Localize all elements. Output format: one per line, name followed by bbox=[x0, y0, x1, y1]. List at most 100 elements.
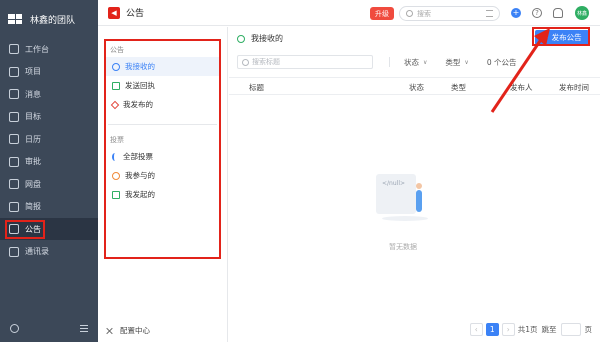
sidebar-item-label: 简报 bbox=[25, 202, 41, 211]
chevron-down-icon: ∨ bbox=[464, 58, 469, 66]
top-bar: ◀ 公告 升级 搜索 + ? 林鑫 bbox=[98, 0, 600, 26]
status-label: 状态 bbox=[404, 57, 419, 67]
illustration-shadow bbox=[382, 216, 428, 221]
group-title-vote: 投票 bbox=[110, 136, 124, 144]
sidebar-item-label: 日历 bbox=[25, 134, 41, 144]
column-status: 状态 bbox=[409, 83, 424, 92]
tools-icon bbox=[106, 327, 114, 335]
menu-item-received[interactable]: 我接收的 bbox=[106, 57, 219, 76]
person-icon bbox=[237, 34, 245, 43]
page-number-button[interactable]: 1 bbox=[485, 323, 499, 336]
menu-item-label: 我参与的 bbox=[125, 171, 155, 180]
menu-item-participated[interactable]: 我参与的 bbox=[106, 166, 219, 185]
type-dropdown[interactable]: 类型 ∨ bbox=[445, 57, 468, 68]
announcement-menu: 公告 我接收的 发送回执 我发布的 投票 全部投票 我参与的 我发起的 配置中心 bbox=[98, 27, 228, 342]
filter-icon[interactable] bbox=[486, 10, 493, 17]
person-illustration-icon bbox=[416, 183, 422, 212]
sidebar-item-label: 网盘 bbox=[25, 179, 41, 189]
search-icon bbox=[406, 10, 413, 17]
cloud-disk-icon bbox=[9, 179, 19, 189]
filter-divider bbox=[389, 57, 390, 67]
column-type: 类型 bbox=[451, 83, 466, 92]
upgrade-button[interactable]: 升级 bbox=[370, 7, 394, 20]
settings-icon[interactable] bbox=[10, 323, 19, 333]
sidebar-item-label: 公告 bbox=[25, 224, 41, 234]
menu-divider bbox=[108, 124, 217, 125]
menu-item-initiated[interactable]: 我发起的 bbox=[106, 185, 219, 204]
calendar-icon bbox=[9, 134, 19, 144]
empty-text: 暂无数据 bbox=[389, 243, 417, 251]
config-center-link[interactable]: 配置中心 bbox=[106, 325, 150, 336]
announcement-app-icon: ◀ bbox=[108, 6, 120, 19]
sidebar-item-calendar[interactable]: 日历 bbox=[0, 128, 98, 150]
desktop-icon bbox=[9, 44, 19, 54]
target-icon bbox=[9, 111, 19, 122]
sidebar: 林鑫的团队 工作台 项目 消息 目标 日历 审批 网盘 简报 公告 通讯录 bbox=[0, 0, 98, 342]
menu-item-receipt[interactable]: 发送回执 bbox=[106, 76, 219, 95]
sidebar-item-message[interactable]: 消息 bbox=[0, 83, 98, 105]
publish-highlight-box bbox=[532, 27, 590, 46]
contacts-icon bbox=[9, 246, 19, 257]
config-center-label: 配置中心 bbox=[120, 326, 150, 335]
chevron-down-icon: ∨ bbox=[423, 58, 428, 66]
sidebar-item-workbench[interactable]: 工作台 bbox=[0, 38, 98, 60]
main-content: 我接收的 + 发布公告 搜索标题 状态 ∨ 类型 ∨ 0 个公告 标题 状态 类型 … bbox=[229, 27, 600, 342]
menu-item-published[interactable]: 我发布的 bbox=[106, 95, 219, 114]
sidebar-item-project[interactable]: 项目 bbox=[0, 61, 98, 83]
menu-item-label: 我接收的 bbox=[125, 62, 155, 71]
breadcrumb-label: 我接收的 bbox=[251, 34, 283, 43]
pagination: ‹ 1 › 共1页 跳至 页 bbox=[469, 323, 593, 336]
announcement-icon bbox=[9, 224, 19, 234]
page-title: 公告 bbox=[126, 9, 145, 19]
column-publisher: 发布人 bbox=[510, 83, 533, 92]
bar-chart-icon bbox=[112, 152, 118, 161]
jump-label: 跳至 bbox=[541, 325, 557, 334]
sidebar-item-label: 通讯录 bbox=[25, 247, 49, 256]
sidebar-item-report[interactable]: 简报 bbox=[0, 196, 98, 218]
title-search-input[interactable]: 搜索标题 bbox=[237, 55, 373, 69]
page-suffix: 页 bbox=[584, 325, 593, 334]
avatar[interactable]: 林鑫 bbox=[575, 6, 589, 20]
filter-bar: 搜索标题 状态 ∨ 类型 ∨ 0 个公告 bbox=[237, 53, 592, 71]
collapse-menu-icon[interactable] bbox=[80, 324, 88, 332]
search-placeholder: 搜索 bbox=[417, 9, 431, 18]
receipt-icon bbox=[112, 81, 120, 90]
breadcrumb: 我接收的 bbox=[237, 33, 283, 44]
global-search-input[interactable]: 搜索 bbox=[399, 6, 500, 21]
status-dropdown[interactable]: 状态 ∨ bbox=[404, 57, 427, 68]
user-add-icon bbox=[112, 190, 120, 199]
empty-state: </null> 暂无数据 bbox=[368, 170, 438, 251]
approval-icon bbox=[9, 156, 19, 167]
send-icon bbox=[110, 100, 120, 109]
bell-icon[interactable] bbox=[553, 8, 563, 18]
menu-item-all-votes[interactable]: 全部投票 bbox=[106, 147, 219, 166]
next-page-button[interactable]: › bbox=[501, 323, 515, 336]
sidebar-item-label: 审批 bbox=[25, 157, 41, 166]
sidebar-item-disk[interactable]: 网盘 bbox=[0, 173, 98, 195]
sidebar-item-target[interactable]: 目标 bbox=[0, 106, 98, 128]
sidebar-item-label: 消息 bbox=[25, 89, 41, 99]
sidebar-footer bbox=[0, 320, 98, 336]
team-header[interactable]: 林鑫的团队 bbox=[0, 0, 98, 38]
empty-code: </null> bbox=[382, 180, 406, 187]
announcement-count: 0 个公告 bbox=[486, 57, 517, 67]
type-label: 类型 bbox=[445, 57, 461, 67]
group-icon bbox=[112, 171, 120, 180]
sidebar-item-contacts[interactable]: 通讯录 bbox=[0, 241, 98, 263]
help-icon[interactable]: ? bbox=[532, 8, 542, 18]
add-circle-icon[interactable]: + bbox=[511, 8, 521, 18]
sidebar-item-announcement[interactable]: 公告 bbox=[0, 218, 98, 240]
project-icon bbox=[9, 66, 19, 77]
report-icon bbox=[9, 201, 19, 212]
menu-item-label: 全部投票 bbox=[123, 152, 153, 161]
prev-page-button[interactable]: ‹ bbox=[469, 323, 483, 336]
menu-item-label: 我发起的 bbox=[125, 190, 155, 199]
jump-page-input[interactable] bbox=[560, 323, 581, 336]
menu-highlight-box: 公告 我接收的 发送回执 我发布的 投票 全部投票 我参与的 我发起的 bbox=[104, 39, 221, 259]
group-title-announcement: 公告 bbox=[110, 46, 124, 54]
menu-item-label: 发送回执 bbox=[125, 81, 155, 90]
total-pages: 共1页 bbox=[517, 325, 538, 334]
team-name: 林鑫的团队 bbox=[30, 15, 76, 26]
sidebar-item-approval[interactable]: 审批 bbox=[0, 151, 98, 173]
table-header: 标题 状态 类型 发布人 发布时间 bbox=[229, 77, 600, 95]
